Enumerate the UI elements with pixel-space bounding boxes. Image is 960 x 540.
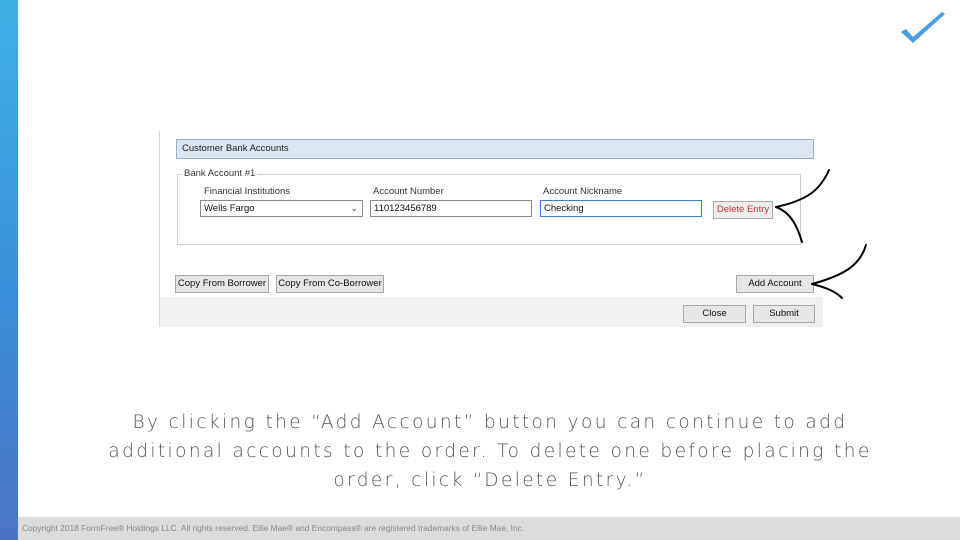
chevron-down-icon: ⌄	[350, 203, 358, 213]
instruction-caption: By clicking the “Add Account” button you…	[90, 408, 890, 495]
institution-select[interactable]: Wells Fargo ⌄	[200, 200, 363, 217]
account-number-field[interactable]: 110123456789	[370, 200, 532, 217]
caption-line-2: additional accounts to the order. To del…	[108, 441, 872, 462]
left-accent-bar	[0, 0, 18, 540]
institution-value: Wells Fargo	[204, 203, 255, 214]
nickname-label: Account Nickname	[543, 186, 623, 197]
bank-accounts-dialog: Customer Bank Accounts Bank Account #1 F…	[159, 131, 823, 327]
close-button[interactable]: Close	[683, 305, 746, 323]
form-area: Customer Bank Accounts Bank Account #1 F…	[160, 131, 823, 297]
copy-from-coborrower-button[interactable]: Copy From Co-Borrower	[276, 275, 384, 293]
add-account-button[interactable]: Add Account	[736, 275, 814, 293]
footer-bar: Copyright 2018 FormFree® Holdings LLC. A…	[18, 517, 960, 540]
caption-line-1: By clicking the “Add Account” button you…	[132, 412, 848, 433]
caption-line-3: order, click “Delete Entry.”	[333, 470, 647, 491]
checkmark-icon	[901, 12, 945, 43]
institution-label: Financial Institutions	[204, 186, 291, 197]
group-title: Bank Account #1	[182, 168, 258, 179]
delete-entry-button[interactable]: Delete Entry	[713, 201, 773, 219]
nickname-field[interactable]: Checking	[540, 200, 702, 217]
submit-button[interactable]: Submit	[753, 305, 815, 323]
copyright-text: Copyright 2018 FormFree® Holdings LLC. A…	[22, 523, 525, 533]
copy-from-borrower-button[interactable]: Copy From Borrower	[175, 275, 269, 293]
account-number-label: Account Number	[373, 186, 444, 197]
panel-title: Customer Bank Accounts	[176, 139, 814, 159]
